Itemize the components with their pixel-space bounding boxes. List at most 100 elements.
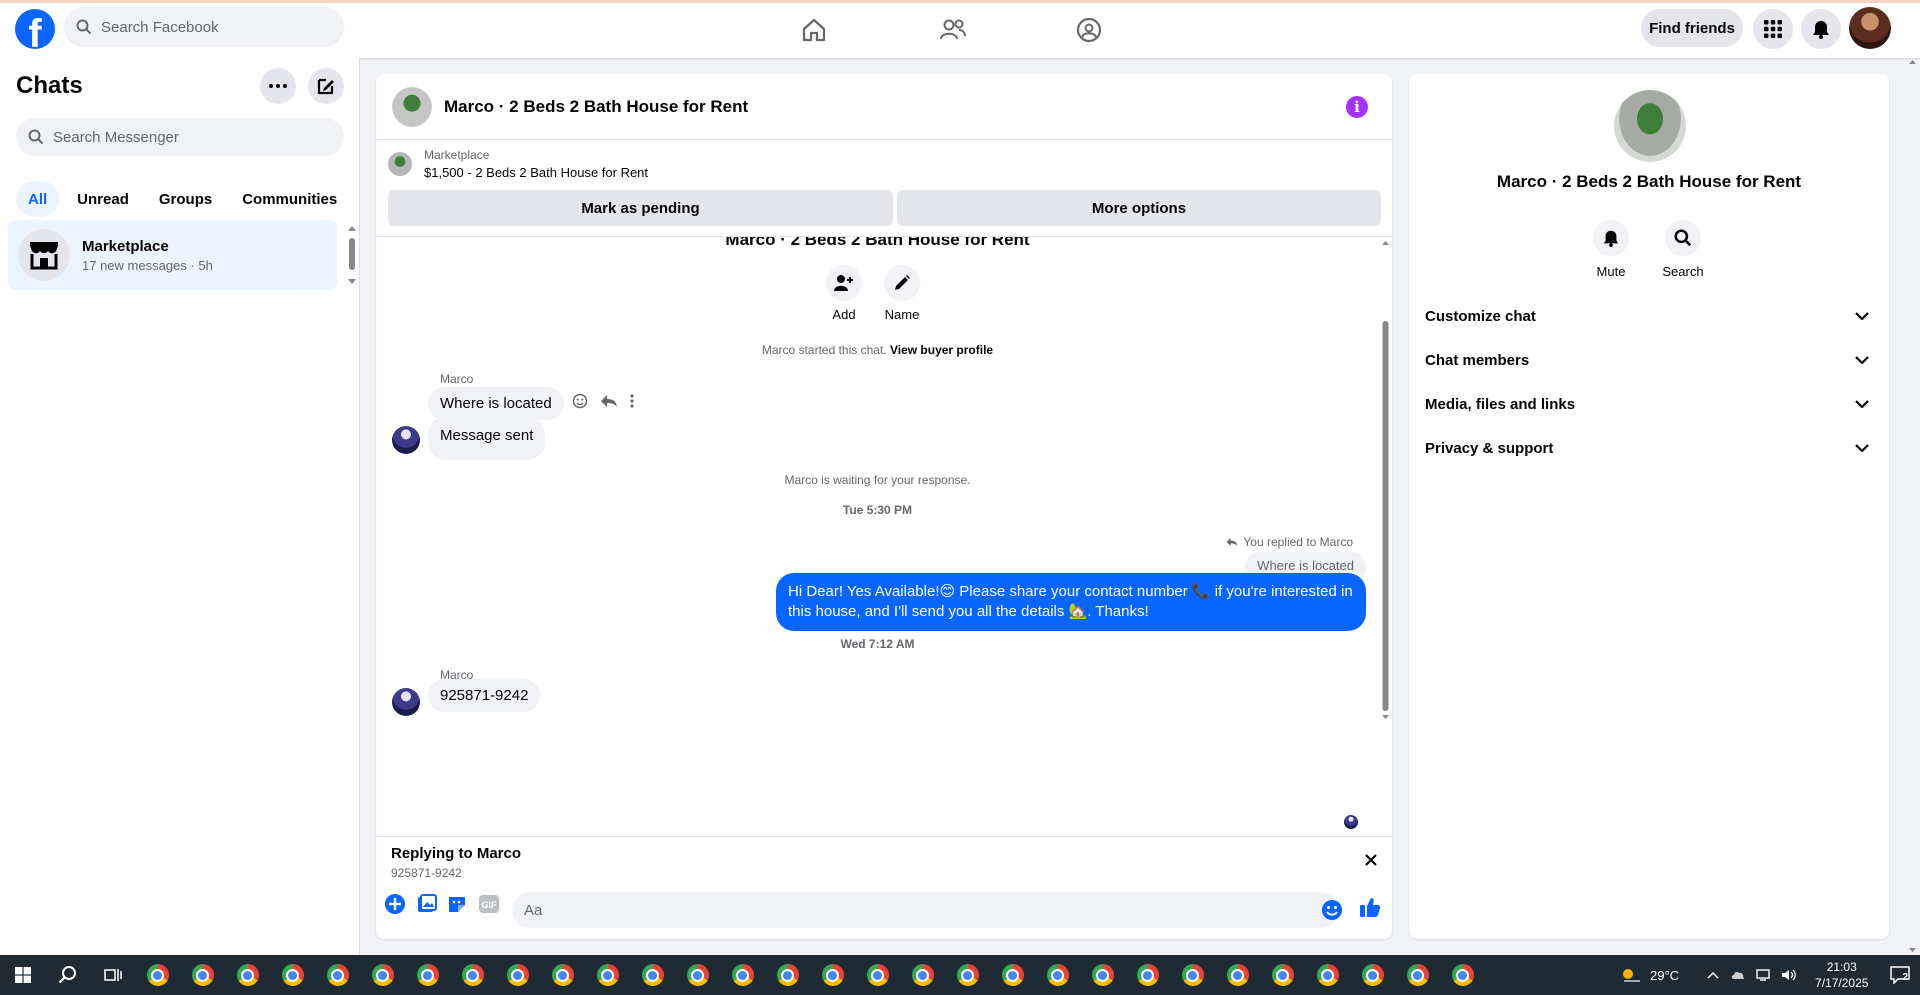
chrome-app-icon[interactable] [495,955,540,995]
chrome-app-icon[interactable] [180,955,225,995]
chevron-up-icon[interactable] [1707,971,1719,979]
reply-arrow-icon[interactable] [600,394,618,408]
chrome-app-icon[interactable] [1080,955,1125,995]
friends-icon[interactable] [932,9,974,51]
incoming-message[interactable]: 925871-9242 [428,679,541,712]
info-icon[interactable]: i [1346,96,1368,118]
mark-as-pending-button[interactable]: Mark as pending [388,190,893,226]
photo-gallery-icon[interactable] [417,894,437,914]
messenger-search-input[interactable]: Search Messenger [16,118,344,156]
chrome-app-icon[interactable] [990,955,1035,995]
notifications-bell-icon[interactable] [1801,9,1841,49]
chrome-app-icon[interactable] [585,955,630,995]
add-people-action[interactable]: Add [822,265,866,322]
chrome-app-icon[interactable] [1125,955,1170,995]
contact-avatar[interactable] [1614,90,1686,162]
sender-avatar[interactable] [392,426,420,454]
search-icon [28,129,44,145]
filter-unread[interactable]: Unread [65,181,141,217]
outgoing-message[interactable]: Hi Dear! Yes Available!😊 Please share yo… [776,573,1366,631]
edit-name-action[interactable]: Name [875,265,929,322]
customize-chat-section[interactable]: Customize chat [1425,294,1873,338]
search-in-chat-action[interactable]: Search [1648,220,1718,279]
media-files-links-section[interactable]: Media, files and links [1425,382,1873,426]
chrome-app-icon[interactable] [225,955,270,995]
chrome-app-icon[interactable] [450,955,495,995]
header-avatar[interactable] [392,86,432,127]
emoji-icon[interactable] [1321,899,1343,921]
facebook-search[interactable]: Search Facebook [64,7,344,47]
windows-start-icon[interactable] [0,955,45,995]
groups-icon[interactable] [1068,9,1110,51]
gif-icon[interactable]: GIF [479,895,499,913]
privacy-support-section[interactable]: Privacy & support [1425,426,1873,470]
chrome-app-icon[interactable] [675,955,720,995]
chat-members-section[interactable]: Chat members [1425,338,1873,382]
chrome-app-icon[interactable] [135,955,180,995]
chrome-app-icon[interactable] [540,955,585,995]
like-thumb-icon[interactable] [1359,896,1381,918]
chrome-app-icon[interactable] [810,955,855,995]
more-vertical-icon[interactable] [630,394,634,408]
chrome-app-icon[interactable] [720,955,765,995]
sticker-icon[interactable] [447,894,467,914]
chrome-app-icon[interactable] [315,955,360,995]
view-buyer-profile-link[interactable]: View buyer profile [890,343,993,357]
close-reply-icon[interactable] [1364,853,1378,867]
page-scrollbar[interactable] [1905,58,1920,955]
conversation-title[interactable]: Marco · 2 Beds 2 Bath House for Rent [444,97,748,117]
chrome-app-icon[interactable] [1260,955,1305,995]
home-icon[interactable] [793,9,835,51]
conversation-header: Marco · 2 Beds 2 Bath House for Rent [376,74,1392,140]
temperature[interactable]: 29°C [1650,968,1679,983]
chrome-app-icon[interactable] [855,955,900,995]
chat-options-button[interactable] [260,68,296,104]
incoming-message[interactable]: Message sent [428,417,546,460]
section-label: Customize chat [1425,307,1536,325]
conversation-marketplace[interactable]: Marketplace 17 new messages · 5h [8,220,337,290]
listing-title: $1,500 - 2 Beds 2 Bath House for Rent [424,165,649,180]
task-view-icon[interactable] [90,955,135,995]
chrome-app-icon[interactable] [1035,955,1080,995]
more-actions-plus-icon[interactable] [384,893,406,915]
sender-avatar[interactable] [392,688,420,716]
replying-to-title: Replying to Marco [391,845,522,862]
incoming-message[interactable]: Where is located [428,387,564,420]
onedrive-icon[interactable] [1731,969,1745,981]
chrome-app-icon[interactable] [270,955,315,995]
compose-icon [316,76,336,96]
chrome-app-icon[interactable] [900,955,945,995]
chrome-app-icon[interactable] [630,955,675,995]
chrome-app-icon[interactable] [1215,955,1260,995]
weather-icon[interactable] [1620,966,1642,984]
chrome-app-icon[interactable] [765,955,810,995]
chrome-app-icon[interactable] [405,955,450,995]
clock[interactable]: 21:03 7/17/2025 [1815,959,1868,991]
chrome-app-icon[interactable] [1395,955,1440,995]
chrome-app-icon[interactable] [360,955,405,995]
menu-grid-icon[interactable] [1753,9,1793,49]
network-icon[interactable] [1755,969,1771,981]
listing-info[interactable]: Marketplace $1,500 - 2 Beds 2 Bath House… [388,148,648,180]
more-options-button[interactable]: More options [897,190,1381,226]
react-smiley-icon[interactable] [572,393,588,409]
filter-communities[interactable]: Communities [230,181,349,217]
facebook-logo[interactable]: f [15,9,55,49]
filter-all[interactable]: All [16,181,60,217]
notification-center-icon[interactable]: 2 [1890,966,1911,984]
thread-scrollbar[interactable] [1379,237,1392,834]
chrome-app-icon[interactable] [945,955,990,995]
sidebar-scrollbar[interactable] [346,224,358,286]
chrome-app-icon[interactable] [1440,955,1485,995]
chrome-app-icon[interactable] [1170,955,1215,995]
taskbar-search-icon[interactable] [45,955,90,995]
filter-groups[interactable]: Groups [147,181,224,217]
message-input[interactable]: Aa [512,892,1339,928]
chrome-app-icon[interactable] [1305,955,1350,995]
mute-action[interactable]: Mute [1576,220,1646,279]
chrome-app-icon[interactable] [1350,955,1395,995]
profile-avatar[interactable] [1849,7,1891,49]
new-message-button[interactable] [308,68,344,104]
volume-icon[interactable] [1781,969,1797,981]
find-friends-button[interactable]: Find friends [1641,9,1743,47]
